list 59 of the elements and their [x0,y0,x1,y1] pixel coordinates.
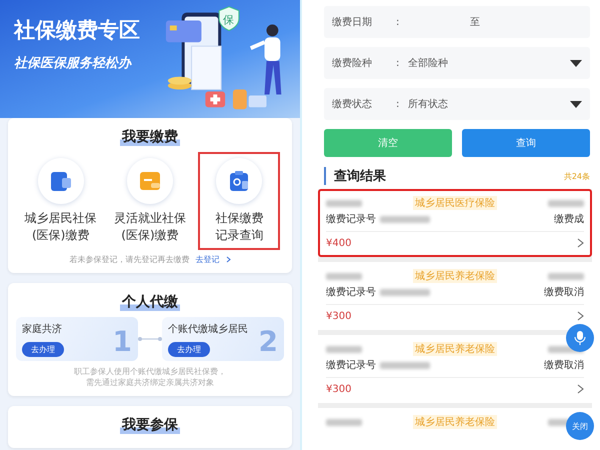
service-item[interactable]: 灵活就业社保 (医保)缴费 [108,152,191,250]
payment-amount: ¥300 [326,310,352,322]
dropdown-caret-icon [570,100,582,108]
register-link[interactable]: 去登记 [196,254,220,265]
redacted-text [326,418,362,426]
chevron-right-icon [577,311,584,321]
payment-amount: ¥300 [326,384,352,394]
service-item[interactable]: 社保缴费 记录查询 [198,152,280,250]
register-hint: 若未参保登记，请先登记再去缴费 [70,254,190,265]
redacted-text [380,362,430,368]
step-number: 1 [112,328,132,356]
dropdown-caret-icon [570,60,582,66]
service-item[interactable]: 城乡居民社保 (医保)缴费 [20,152,102,250]
payment-status: 缴费成 [554,212,584,226]
redacted-text [326,346,362,352]
connector-line [138,336,162,342]
chevron-right-icon [577,238,584,248]
insurance-type: 城乡居民养老保险 [413,269,497,283]
banner-subtitle: 社保医保服务轻松办 [14,55,133,72]
go-handle-button[interactable]: 去办理 [22,342,64,357]
redacted-text [548,200,584,206]
banner-title: 社保缴费专区 [14,17,141,44]
record-card[interactable]: 城乡居民养老保险 缴费记录号 缴费取消 ¥300 [318,335,592,403]
step-number: 2 [258,328,278,356]
phone-person-illustration-drawing: 保 [162,0,290,118]
step-label: 家庭共济 [22,322,62,336]
redacted-text [326,272,362,280]
go-handle-button[interactable]: 去办理 [168,342,210,357]
payment-status: 缴费取消 [544,286,584,299]
redacted-text [380,288,430,296]
results-title: 查询结果 [324,167,386,185]
step-label: 个账代缴城乡居民 [168,322,248,336]
close-button[interactable]: 关闭 [566,412,594,440]
chevron-right-icon [226,256,230,263]
chevron-right-icon [577,384,584,394]
microphone-icon [574,331,586,345]
proxy-note: 职工参保人使用个账代缴城乡居民社保费， [73,366,227,377]
redacted-text [326,200,362,206]
results-count: 共24条 [564,170,590,182]
insurance-type: 城乡居民养老保险 [413,342,497,356]
filter-field[interactable]: 缴费状态 : 所有状态 [324,88,590,120]
query-button[interactable]: 查询 [462,129,590,157]
record-number-label: 缴费记录号 [326,358,376,372]
redacted-text [548,272,584,280]
insurance-type: 城乡居民医疗保险 [413,196,497,210]
record-card[interactable]: 城乡居民养老保险 缴费记录号 缴费取消 ¥300 [318,262,592,330]
payment-amount: ¥400 [326,238,352,248]
record-number-label: 缴费记录号 [326,212,376,226]
section-title: 我要参保 [120,416,180,434]
record-card[interactable]: 城乡居民医疗保险 缴费记录号 缴费成 ¥400 [318,189,592,257]
redacted-text [380,216,430,222]
section-title: 个人代缴 [120,293,180,311]
record-number-label: 缴费记录号 [326,286,376,299]
insurance-type: 城乡居民养老保险 [413,415,497,429]
filter-field[interactable]: 缴费日期 : 至 [324,6,590,38]
payment-status: 缴费取消 [544,358,584,372]
proxy-note: 需先通过家庭共济绑定亲属共济对象 [85,377,215,388]
section-title: 我要缴费 [120,128,180,146]
filter-field[interactable]: 缴费险种 : 全部险种 [324,47,590,79]
